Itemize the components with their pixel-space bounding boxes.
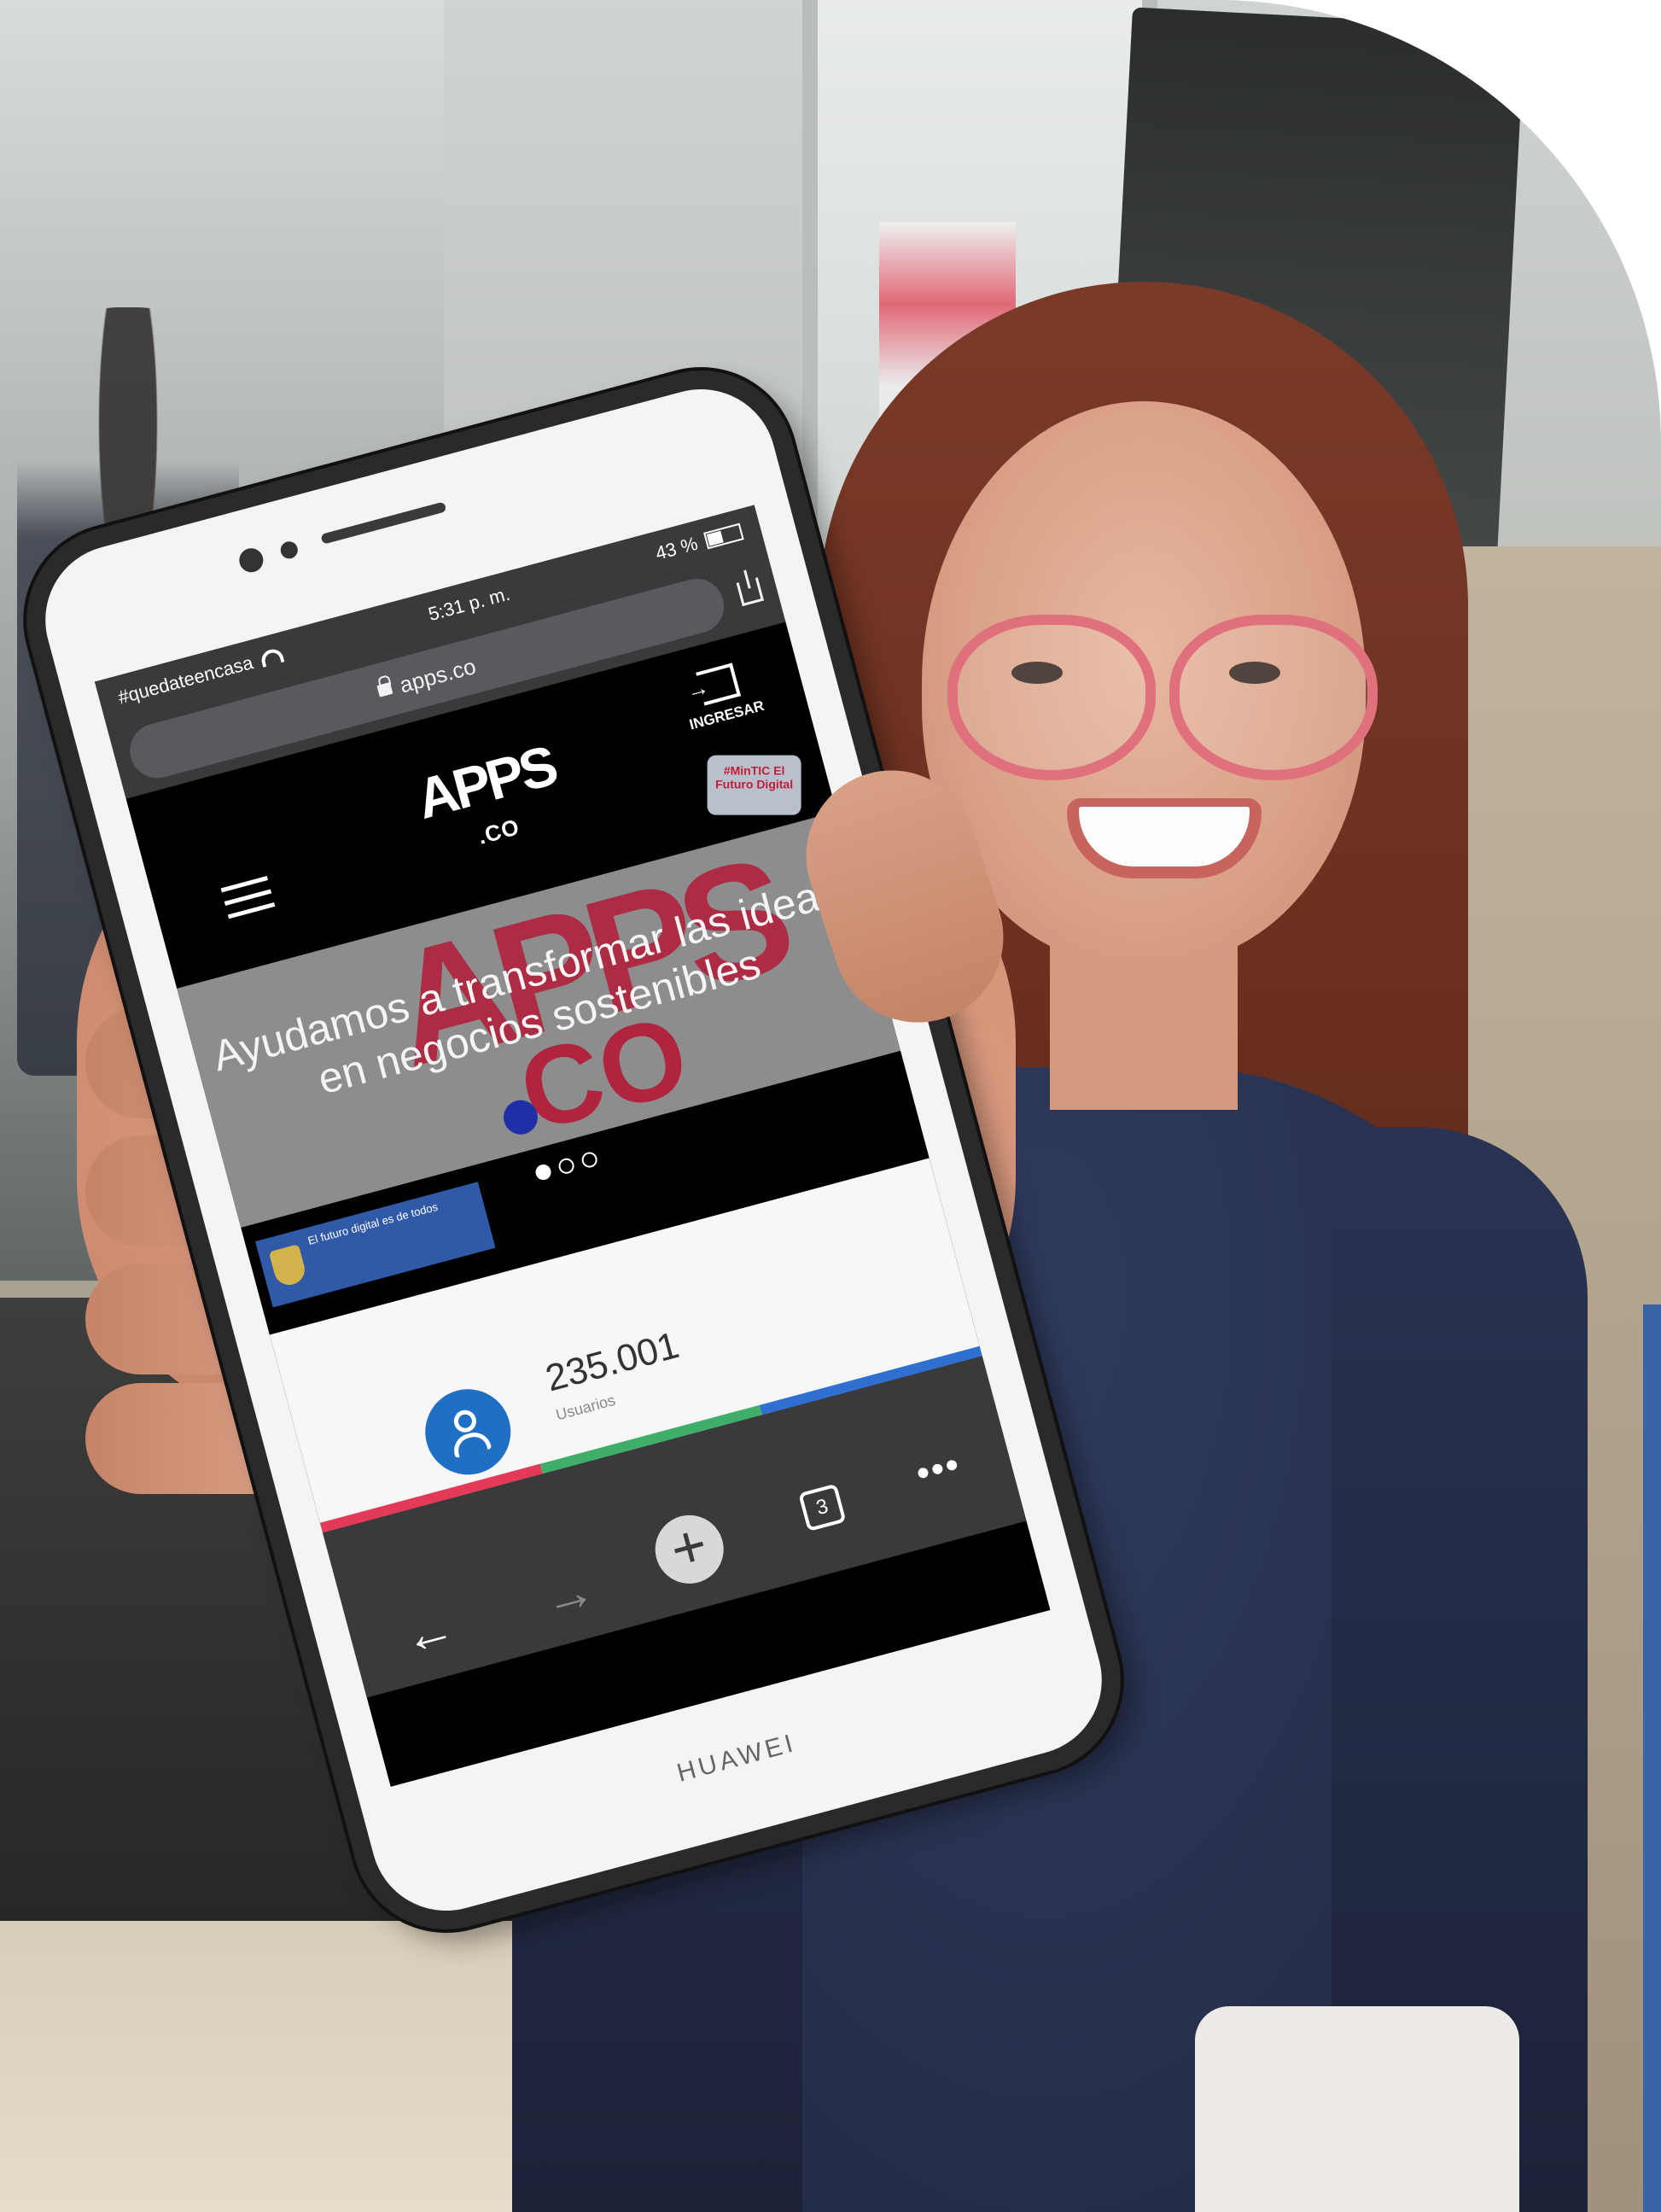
glasses-left-lens [947,615,1156,780]
back-arrow-icon[interactable]: ← [396,1597,461,1667]
login-icon [696,662,742,706]
battery-icon [703,522,744,550]
carousel-dots [533,1150,599,1182]
tab-count-button[interactable]: 3 [798,1483,847,1532]
front-camera [236,546,266,575]
more-options-icon[interactable]: ••• [912,1443,965,1496]
woman-smile [1067,798,1262,878]
glasses-right-lens [1169,615,1378,780]
proximity-sensor [278,540,300,561]
carousel-dot[interactable] [557,1156,576,1176]
share-icon[interactable] [736,577,765,607]
battery-percent: 43 % [653,532,701,564]
mintic-badge: #MinTIC El Futuro Digital [707,755,801,815]
new-tab-button[interactable]: + [647,1507,731,1591]
login-button[interactable]: INGRESAR [677,658,766,734]
carousel-dot[interactable] [580,1150,599,1170]
login-label: INGRESAR [687,697,766,733]
woman-skirt [1195,2006,1519,2212]
accent-bar [1643,1304,1661,2212]
forward-arrow-icon[interactable]: → [537,1560,602,1630]
wifi-icon [259,646,285,668]
carousel-dot[interactable] [533,1163,553,1182]
user-icon [416,1380,521,1485]
users-count: 235.001 [541,1323,684,1400]
hamburger-menu-icon[interactable] [220,876,278,928]
lock-icon [376,681,393,697]
earpiece-speaker [320,501,447,545]
gov-banner-text: El futuro digital es de todos [306,1199,440,1247]
site-logo[interactable]: APPS .CO [410,733,573,874]
url-text: apps.co [396,652,479,698]
